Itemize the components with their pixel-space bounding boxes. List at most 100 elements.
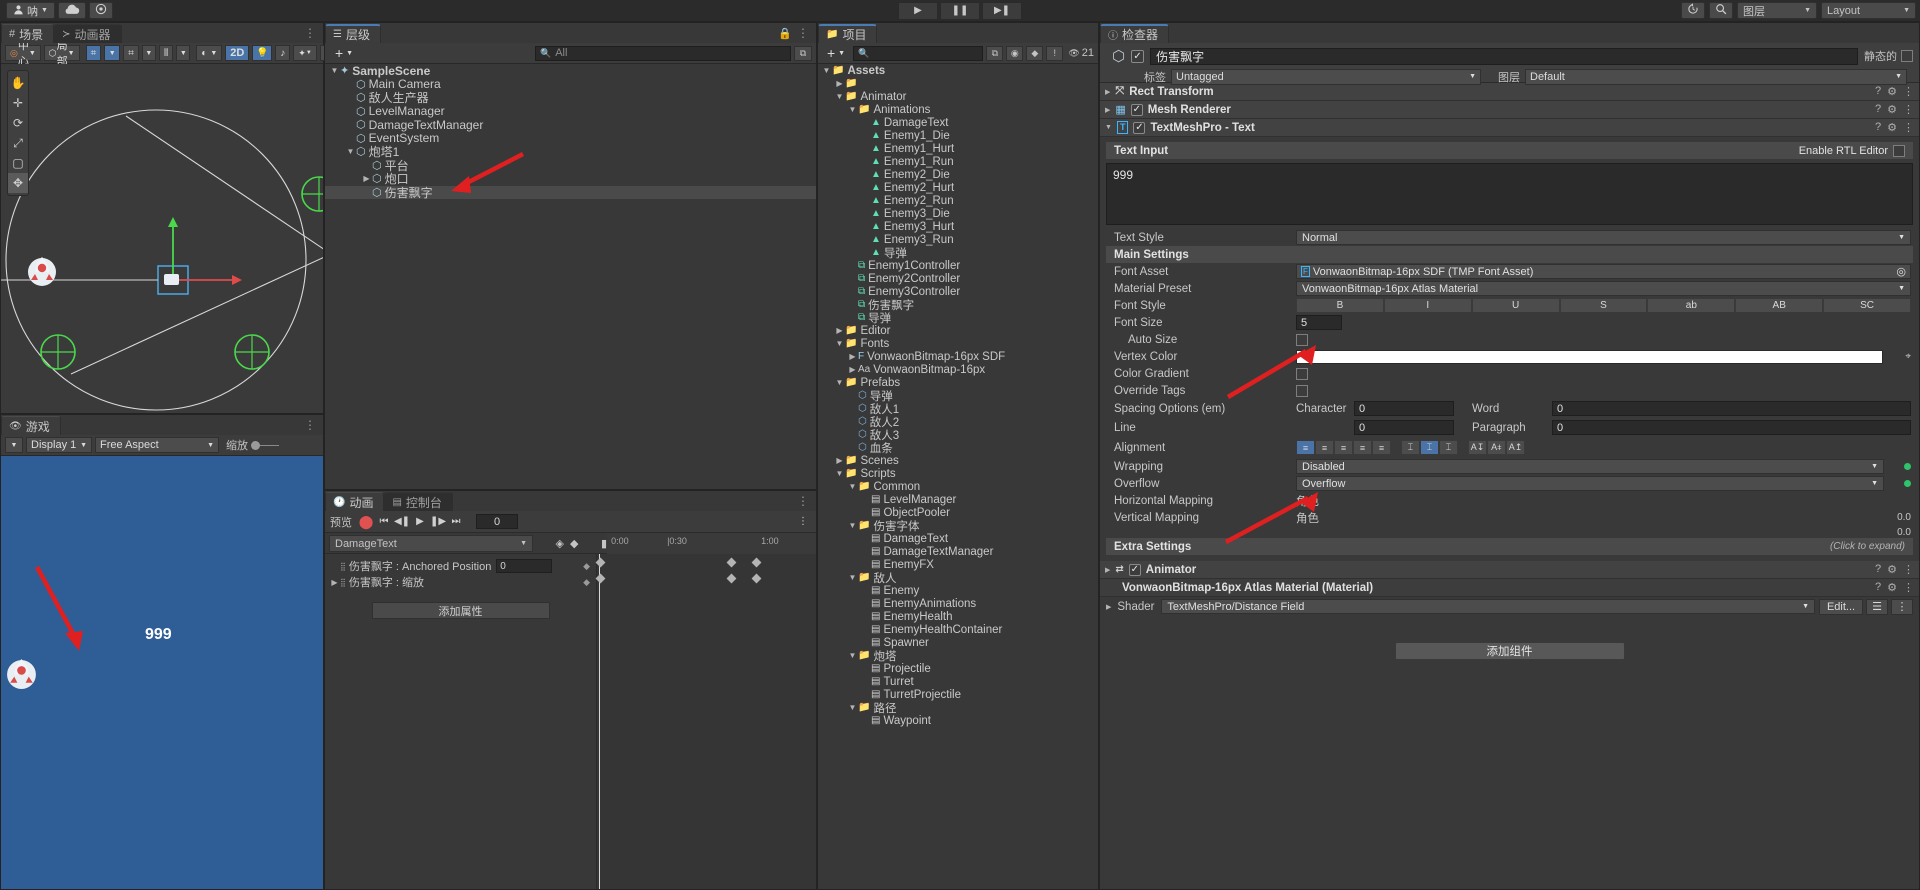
project-item[interactable]: ▲ Enemy3_Run — [818, 233, 1098, 246]
project-item[interactable]: ▤ EnemyAnimations — [818, 597, 1098, 610]
last-frame-button[interactable]: ⏭ — [448, 514, 464, 530]
color-gradient-checkbox[interactable] — [1296, 367, 1308, 380]
text-style-dropdown[interactable]: Normal ▼ — [1296, 230, 1911, 245]
lighting-toggle[interactable]: 💡 — [252, 45, 273, 61]
project-add-button[interactable]: + ▼ — [822, 45, 850, 61]
foldout-icon[interactable]: ▼ — [847, 703, 858, 712]
add-property-button[interactable]: 添加属性 — [371, 602, 550, 619]
add-keyframe-icon[interactable]: ◈ — [556, 537, 564, 550]
project-item[interactable]: ▶ Aa VonwaonBitmap-16px — [818, 363, 1098, 376]
grid-snap-dropdown[interactable]: ▼ — [104, 45, 121, 61]
horizontal-mapping-value[interactable]: 角色 — [1296, 493, 1911, 509]
animation-property-row[interactable]: ⣿ 伤害飘字 : Anchored Position 0 ◆ — [325, 558, 596, 574]
preset-icon[interactable]: ⚙ — [1887, 563, 1897, 576]
prev-frame-button[interactable]: ◀❚ — [394, 514, 410, 530]
game-canvas[interactable]: 999 — [1, 456, 323, 889]
project-item[interactable]: ⬡ 敌人3 — [818, 428, 1098, 442]
vertex-color-swatch[interactable] — [1296, 349, 1884, 364]
project-item[interactable]: ▲ Enemy2_Die — [818, 168, 1098, 181]
project-item[interactable]: ▲ Enemy2_Run — [818, 194, 1098, 207]
project-item[interactable]: ▤ DamageTextManager — [818, 545, 1098, 558]
align-middle-button[interactable]: ⌶ — [1420, 440, 1439, 455]
project-item[interactable]: ▤ Waypoint — [818, 714, 1098, 727]
draw-mode-dropdown[interactable]: ◐ ▼ — [196, 45, 223, 61]
hierarchy-item[interactable]: ⬡ 敌人生产器 — [325, 91, 816, 105]
search-button[interactable] — [1709, 2, 1733, 19]
font-style-ab-button[interactable]: AB — [1735, 298, 1824, 313]
shader-menu-button[interactable]: ☰ — [1866, 598, 1888, 615]
keyframe-marker[interactable] — [595, 573, 606, 584]
transform-tool[interactable]: ✥ — [8, 173, 28, 193]
align-left-button[interactable]: ≡ — [1296, 440, 1315, 455]
foldout-icon[interactable]: ▼ — [847, 573, 858, 582]
project-item[interactable]: ▶ F VonwaonBitmap-16px SDF — [818, 350, 1098, 363]
tab-animator[interactable]: ≻ 动画器 — [54, 24, 122, 43]
animation-options-menu[interactable]: ⋮ — [795, 514, 811, 530]
scale-tool[interactable]: ⤢ — [8, 133, 28, 153]
project-item[interactable]: ⧉ Enemy2Controller — [818, 272, 1098, 285]
project-item[interactable]: ⧉ 伤害飘字 — [818, 298, 1098, 312]
drag-handle-icon[interactable]: ⣿ — [340, 562, 346, 571]
color-eyedropper-icon[interactable]: ⌖ — [1905, 351, 1911, 362]
drag-handle-icon[interactable]: ⣿ — [340, 578, 346, 587]
shader-edit-button[interactable]: Edit... — [1819, 598, 1863, 615]
foldout-icon[interactable]: ▼ — [834, 378, 845, 387]
layout-dropdown[interactable]: Layout ▼ — [1821, 2, 1916, 19]
play-animation-button[interactable]: ▶ — [412, 514, 428, 530]
foldout-icon[interactable]: ▶ — [847, 365, 858, 374]
project-item[interactable]: ▤ Turret — [818, 675, 1098, 688]
keyframe-toggle-icon[interactable]: ◆ — [583, 561, 590, 572]
align-right-button[interactable]: ≡ — [1334, 440, 1353, 455]
project-item[interactable]: ⬡ 敌人1 — [818, 402, 1098, 416]
fx-dropdown[interactable]: ✦ ▼ — [293, 45, 317, 61]
project-warning-button[interactable]: ! — [1046, 45, 1064, 61]
project-item[interactable]: ▲ Enemy3_Die — [818, 207, 1098, 220]
keyframe-marker[interactable] — [751, 557, 762, 568]
help-icon[interactable]: ? — [1875, 103, 1881, 116]
project-item[interactable]: ▼ 📁 伤害字体 — [818, 519, 1098, 533]
scene-panel-menu[interactable]: ⋮ — [304, 26, 317, 40]
project-item[interactable]: ▲ Enemy1_Die — [818, 129, 1098, 142]
align-top-button[interactable]: ⌶ — [1401, 440, 1420, 455]
project-item[interactable]: ▲ DamageText — [818, 116, 1098, 129]
align-midline-button[interactable]: A⧧ — [1487, 440, 1506, 455]
object-name-input[interactable]: 伤害飘字 — [1150, 47, 1858, 65]
align-flush-button[interactable]: ≡ — [1372, 440, 1391, 455]
project-item[interactable]: ▤ LevelManager — [818, 493, 1098, 506]
foldout-icon[interactable]: ▶ — [834, 456, 845, 465]
component-header-mesh-renderer[interactable]: ▶ ▦ ✓ Mesh Renderer ? ⚙ ⋮ — [1100, 101, 1919, 119]
project-item[interactable]: ▼ 📁 路径 — [818, 701, 1098, 715]
foldout-icon[interactable]: ▶ — [361, 174, 372, 183]
hierarchy-item[interactable]: ⬡ LevelManager — [325, 104, 816, 118]
project-item[interactable]: ▤ Spawner — [818, 636, 1098, 649]
font-style-ab-button[interactable]: ab — [1647, 298, 1736, 313]
animation-ruler[interactable]: 0:00 |0:30 1:00 — [607, 533, 816, 554]
record-button[interactable]: ⬤ — [358, 514, 374, 530]
audio-toggle[interactable]: ♪ — [275, 45, 291, 61]
foldout-icon[interactable]: ▶ — [847, 352, 858, 361]
component-header-textmeshpro[interactable]: ▼ T ✓ TextMeshPro - Text ? ⚙ ⋮ — [1100, 119, 1919, 137]
tab-project[interactable]: 📁 项目 — [818, 24, 878, 43]
layers-dropdown[interactable]: 图层 ▼ — [1737, 2, 1817, 19]
foldout-icon[interactable]: ▼ — [821, 66, 832, 75]
hierarchy-item[interactable]: ⬡ DamageTextManager — [325, 118, 816, 132]
tab-hierarchy[interactable]: ☰ 层级 — [325, 24, 381, 43]
font-style-sc-button[interactable]: SC — [1823, 298, 1912, 313]
project-item[interactable]: ▶ 📁 Editor — [818, 324, 1098, 337]
align-baseline-button[interactable]: A↧ — [1468, 440, 1487, 455]
static-checkbox[interactable] — [1901, 50, 1913, 62]
geometry-alignment-group[interactable]: A↧ A⧧ A↥ — [1468, 440, 1525, 455]
shader-dropdown[interactable]: TextMeshPro/Distance Field ▼ — [1161, 599, 1815, 614]
hierarchy-tree[interactable]: ▼ ✦ SampleScene ⬡ Main Camera ⬡ 敌人生产器 ⬡ LevelMan… — [325, 64, 816, 489]
project-tree[interactable]: ▼ 📁 Assets ▶ 📁 ▼ 📁 Animator ▼ 📁 Animations ▲ DamageT… — [818, 64, 1098, 889]
object-picker-icon[interactable]: ◎ — [1896, 265, 1906, 278]
animator-enabled-checkbox[interactable]: ✓ — [1128, 563, 1141, 576]
vertical-mapping-value[interactable]: 角色 — [1296, 510, 1889, 526]
project-tag-button[interactable]: ◆ — [1026, 45, 1044, 61]
font-asset-objectfield[interactable]: F VonwaonBitmap-16px SDF (TMP Font Asset… — [1296, 264, 1911, 279]
component-header-animator[interactable]: ▶ ⇄ ✓ Animator ? ⚙ ⋮ — [1100, 561, 1919, 579]
hierarchy-search-mode-button[interactable]: ⧉ — [794, 45, 812, 61]
foldout-icon[interactable]: ▶ — [1105, 566, 1110, 574]
project-item[interactable]: ⬡ 导弹 — [818, 389, 1098, 403]
foldout-icon[interactable]: ▶ — [1105, 106, 1110, 114]
